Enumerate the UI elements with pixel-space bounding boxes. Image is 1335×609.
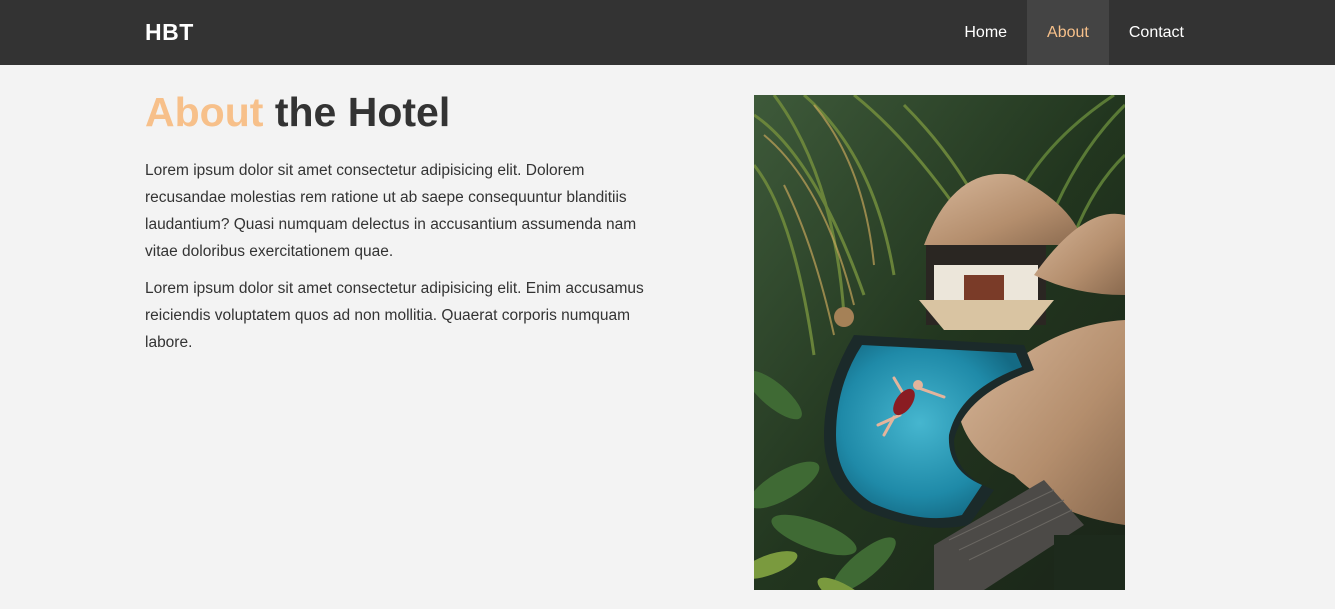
brand-logo[interactable]: HBT xyxy=(145,19,194,46)
page-title-accent: About xyxy=(145,89,264,135)
about-paragraph-1: Lorem ipsum dolor sit amet consectetur a… xyxy=(145,162,637,260)
nav-link-about[interactable]: About xyxy=(1027,0,1109,65)
page-title-rest: the Hotel xyxy=(274,89,451,135)
navbar: HBT Home About Contact xyxy=(0,0,1335,65)
about-section: About the Hotel Lorem ipsum dolor sit am… xyxy=(0,65,1335,609)
hotel-pool-image xyxy=(754,95,1125,590)
nav-link-contact[interactable]: Contact xyxy=(1109,0,1204,65)
main-nav: Home About Contact xyxy=(944,0,1204,65)
page-title: About the Hotel xyxy=(145,89,665,135)
about-paragraph-2: Lorem ipsum dolor sit amet consectetur a… xyxy=(145,280,644,351)
about-text-column: About the Hotel Lorem ipsum dolor sit am… xyxy=(145,89,665,366)
nav-link-home[interactable]: Home xyxy=(944,0,1027,65)
